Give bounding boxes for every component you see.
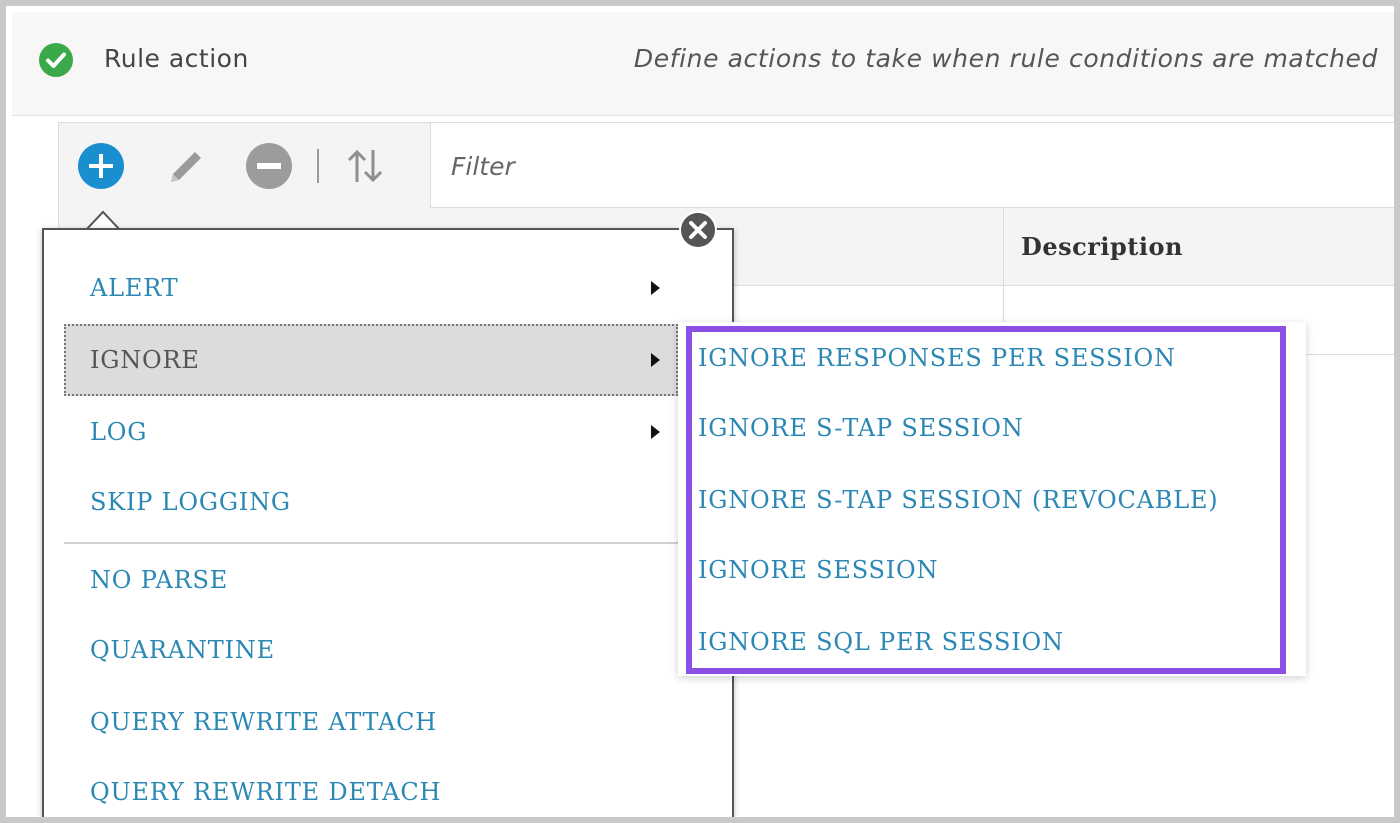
- menu-item-label: QUERY REWRITE ATTACH: [90, 708, 437, 736]
- pencil-icon[interactable]: [161, 142, 209, 190]
- sort-arrows-icon[interactable]: [341, 142, 389, 190]
- submenu-item-ignore-s-tap-session[interactable]: IGNORE S-TAP SESSION: [698, 398, 1024, 458]
- menu-item-log[interactable]: LOG: [64, 396, 678, 468]
- table-toolbar: [59, 122, 1394, 209]
- toolbar-separator: [317, 149, 319, 183]
- column-divider: [1003, 208, 1004, 286]
- menu-item-query-rewrite-attach[interactable]: QUERY REWRITE ATTACH: [64, 686, 678, 758]
- check-circle-icon: [39, 43, 73, 77]
- menu-item-label: QUARANTINE: [90, 636, 275, 664]
- close-circle-icon[interactable]: [678, 210, 718, 250]
- chevron-right-icon: [651, 281, 660, 295]
- menu-item-quarantine[interactable]: QUARANTINE: [64, 614, 678, 686]
- ignore-submenu: IGNORE RESPONSES PER SESSION IGNORE S-TA…: [678, 322, 1306, 676]
- filter-input[interactable]: [439, 143, 1339, 189]
- menu-item-query-rewrite-detach[interactable]: QUERY REWRITE DETACH: [64, 756, 678, 817]
- submenu-item-ignore-responses-per-session[interactable]: IGNORE RESPONSES PER SESSION: [698, 328, 1176, 388]
- section-description: Define actions to take when rule conditi…: [633, 44, 1378, 73]
- section-title: Rule action: [104, 44, 249, 73]
- menu-item-label: ALERT: [90, 274, 179, 302]
- menu-item-skip-logging[interactable]: SKIP LOGGING: [64, 466, 678, 538]
- menu-item-label: IGNORE: [90, 346, 200, 374]
- rule-action-header: Rule action Define actions to take when …: [12, 12, 1394, 116]
- menu-item-label: NO PARSE: [90, 566, 229, 594]
- action-dropdown-menu: ALERT IGNORE LOG SKIP LOGGING NO PARSE Q…: [42, 228, 734, 817]
- submenu-item-ignore-sql-per-session[interactable]: IGNORE SQL PER SESSION: [698, 612, 1064, 672]
- chevron-right-icon: [651, 353, 660, 367]
- menu-item-label: QUERY REWRITE DETACH: [90, 778, 442, 806]
- dropdown-pointer: [86, 210, 120, 230]
- menu-item-alert[interactable]: ALERT: [64, 252, 678, 324]
- menu-item-label: LOG: [90, 418, 148, 446]
- chevron-right-icon: [651, 425, 660, 439]
- submenu-item-ignore-session[interactable]: IGNORE SESSION: [698, 540, 938, 600]
- column-header-description[interactable]: Description: [1021, 232, 1183, 261]
- menu-item-ignore[interactable]: IGNORE: [64, 324, 678, 396]
- toolbar-icons: [59, 123, 431, 209]
- app-frame: Rule action Define actions to take when …: [0, 0, 1400, 823]
- minus-circle-icon[interactable]: [245, 142, 293, 190]
- plus-circle-icon[interactable]: [77, 142, 125, 190]
- submenu-item-ignore-s-tap-session-revocable[interactable]: IGNORE S-TAP SESSION (REVOCABLE): [698, 470, 1218, 530]
- menu-item-no-parse[interactable]: NO PARSE: [64, 544, 678, 616]
- menu-item-label: SKIP LOGGING: [90, 488, 291, 516]
